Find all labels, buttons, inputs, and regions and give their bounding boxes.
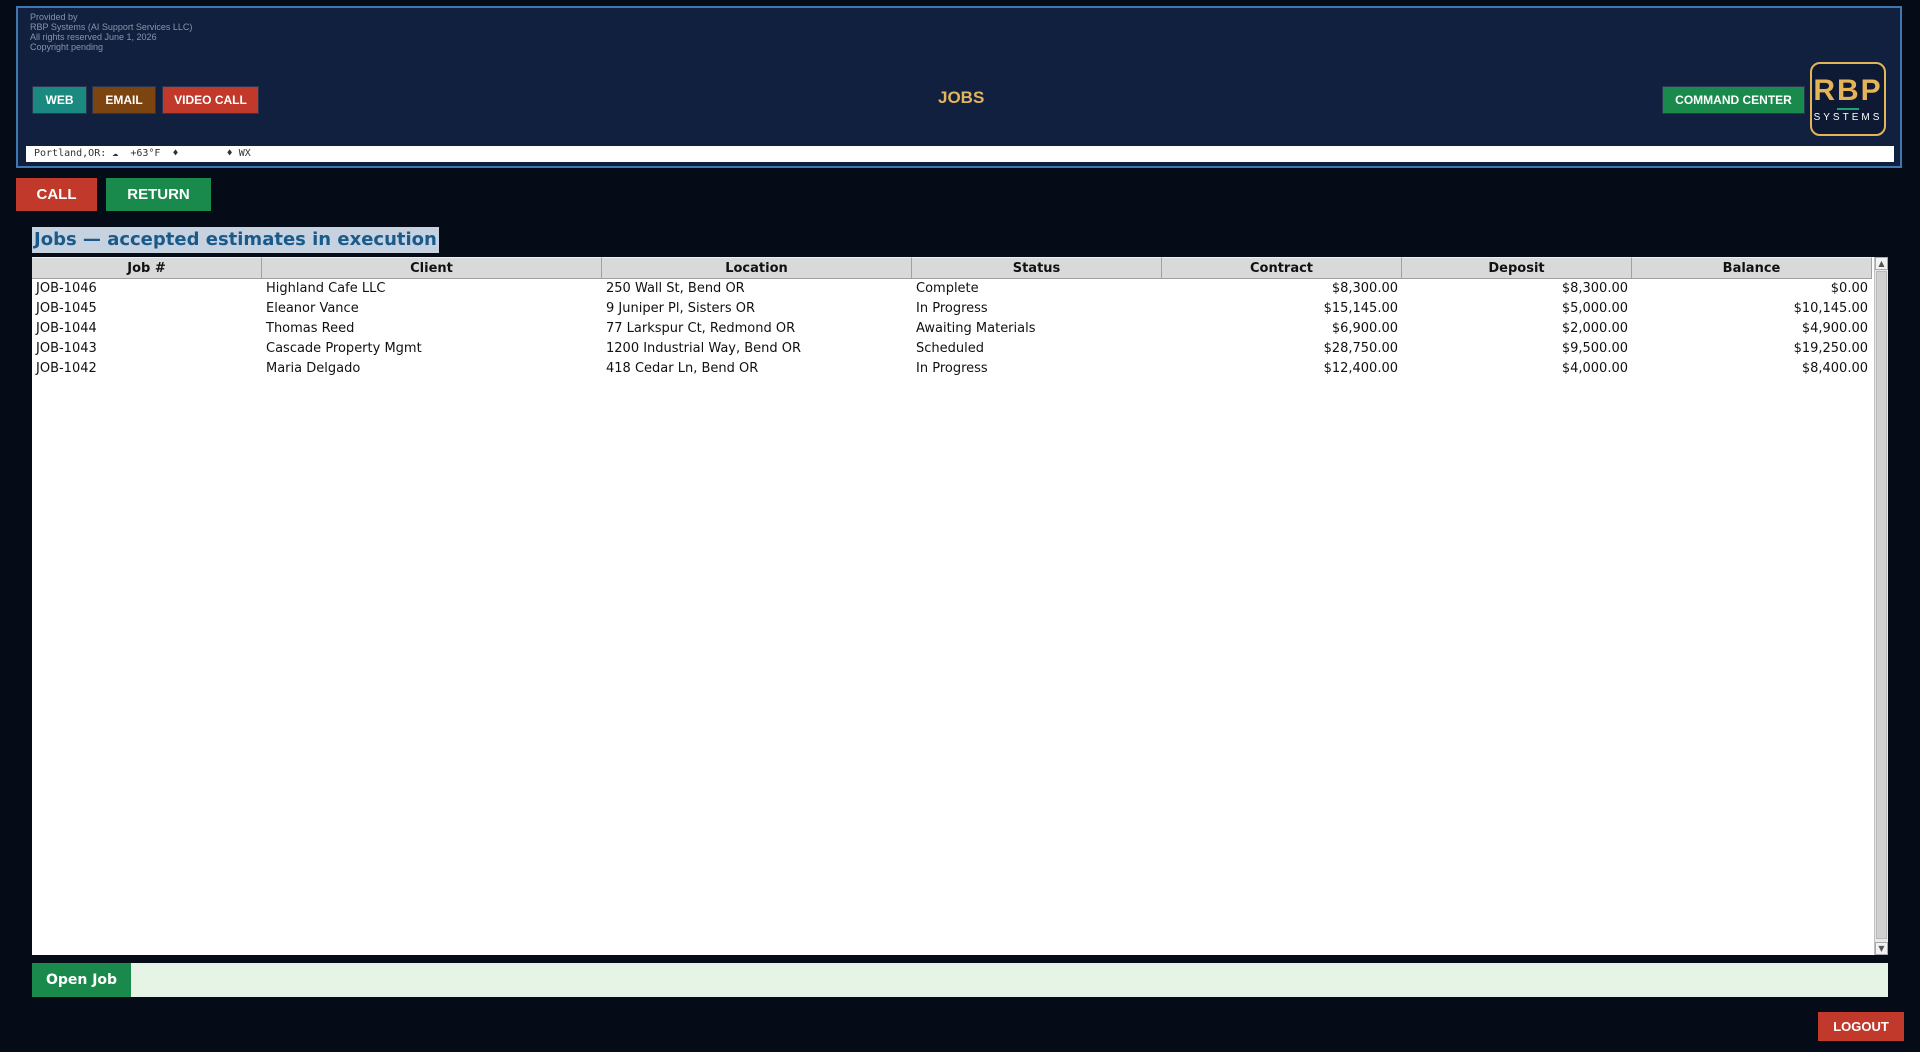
cell-contract: $8,300.00 (1331, 281, 1398, 296)
table-row[interactable]: JOB-1042 Maria Delgado 418 Cedar Ln, Ben… (32, 359, 1872, 379)
weather-bar: Portland,OR: ☁ +63°F ♦ ♦ WX (26, 146, 1894, 162)
cell-contract: $15,145.00 (1323, 301, 1398, 316)
cell-location: 418 Cedar Ln, Bend OR (606, 361, 759, 376)
table-row[interactable]: JOB-1044 Thomas Reed 77 Larkspur Ct, Red… (32, 319, 1872, 339)
cell-deposit: $8,300.00 (1561, 281, 1628, 296)
logo-divider (1837, 107, 1859, 110)
section-title: Jobs — accepted estimates in execution (32, 227, 439, 253)
provided-line: All rights reserved June 1, 2026 (30, 32, 157, 42)
cell-deposit: $5,000.00 (1561, 301, 1628, 316)
call-button[interactable]: CALL (16, 178, 97, 211)
page-title: JOBS (938, 88, 985, 107)
open-job-button[interactable]: Open Job (32, 963, 131, 997)
cell-status: Scheduled (916, 341, 984, 356)
table-scrollbar[interactable]: ▲ ▼ (1874, 257, 1888, 955)
cell-balance: $8,400.00 (1801, 361, 1868, 376)
cell-client: Eleanor Vance (266, 301, 359, 316)
column-header-location[interactable]: Location (602, 257, 912, 279)
provided-line: Provided by (30, 12, 78, 22)
cell-deposit: $2,000.00 (1561, 321, 1628, 336)
arrow-up-icon[interactable]: ▲ (1875, 257, 1888, 270)
column-header-job-number[interactable]: Job # (32, 257, 262, 279)
column-header-deposit[interactable]: Deposit (1402, 257, 1632, 279)
cell-contract: $6,900.00 (1331, 321, 1398, 336)
cell-location: 77 Larkspur Ct, Redmond OR (606, 321, 796, 336)
provided-line: Copyright pending (30, 42, 104, 52)
cell-balance: $0.00 (1830, 281, 1868, 296)
provided-line: RBP Systems (AI Support Services LLC) (30, 22, 193, 32)
table-row[interactable]: JOB-1046 Highland Cafe LLC 250 Wall St, … (32, 279, 1872, 299)
arrow-down-icon[interactable]: ▼ (1875, 942, 1888, 955)
table-body: JOB-1046 Highland Cafe LLC 250 Wall St, … (32, 279, 1872, 379)
command-center-button[interactable]: COMMAND CENTER (1662, 86, 1805, 114)
table-row[interactable]: JOB-1045 Eleanor Vance 9 Juniper Pl, Sis… (32, 299, 1872, 319)
logo-sub-text: SYSTEMS (1813, 111, 1883, 123)
cell-status: In Progress (916, 301, 988, 316)
cell-contract: $12,400.00 (1323, 361, 1398, 376)
cell-location: 1200 Industrial Way, Bend OR (606, 341, 802, 356)
cell-client: Maria Delgado (266, 361, 361, 376)
video-call-button[interactable]: VIDEO CALL (162, 86, 259, 114)
cell-status: Complete (916, 281, 979, 296)
cell-client: Highland Cafe LLC (266, 281, 386, 296)
column-header-balance[interactable]: Balance (1632, 257, 1872, 279)
header-panel: Provided by RBP Systems (AI Support Serv… (16, 6, 1902, 168)
cell-client: Cascade Property Mgmt (266, 341, 422, 356)
logo-main-text: RBP (1813, 73, 1883, 107)
cell-deposit: $4,000.00 (1561, 361, 1628, 376)
cell-client: Thomas Reed (266, 321, 355, 336)
return-button[interactable]: RETURN (106, 178, 211, 211)
cell-job-number: JOB-1042 (36, 361, 97, 376)
email-button[interactable]: EMAIL (92, 86, 156, 114)
logout-button[interactable]: LOGOUT (1818, 1012, 1904, 1041)
column-header-contract[interactable]: Contract (1162, 257, 1402, 279)
cell-status: In Progress (916, 361, 988, 376)
column-header-status[interactable]: Status (912, 257, 1162, 279)
cell-job-number: JOB-1046 (36, 281, 97, 296)
cell-job-number: JOB-1044 (36, 321, 97, 336)
open-job-bar: Open Job (32, 963, 1888, 997)
cell-deposit: $9,500.00 (1561, 341, 1628, 356)
cell-contract: $28,750.00 (1323, 341, 1398, 356)
scrollbar-thumb[interactable] (1876, 271, 1887, 939)
rbp-logo: RBP SYSTEMS (1810, 62, 1886, 136)
table-header: Job # Client Location Status Contract De… (32, 257, 1872, 279)
cell-location: 9 Juniper Pl, Sisters OR (606, 301, 756, 316)
cell-job-number: JOB-1045 (36, 301, 97, 316)
cell-status: Awaiting Materials (916, 321, 1036, 336)
cell-location: 250 Wall St, Bend OR (606, 281, 745, 296)
table-row[interactable]: JOB-1043 Cascade Property Mgmt 1200 Indu… (32, 339, 1872, 359)
provided-by-notice: Provided by RBP Systems (AI Support Serv… (30, 12, 192, 52)
cell-balance: $10,145.00 (1793, 301, 1868, 316)
web-button[interactable]: WEB (32, 86, 87, 114)
cell-balance: $19,250.00 (1793, 341, 1868, 356)
column-header-client[interactable]: Client (262, 257, 602, 279)
cell-job-number: JOB-1043 (36, 341, 97, 356)
jobs-table: Job # Client Location Status Contract De… (32, 257, 1888, 955)
cell-balance: $4,900.00 (1801, 321, 1868, 336)
